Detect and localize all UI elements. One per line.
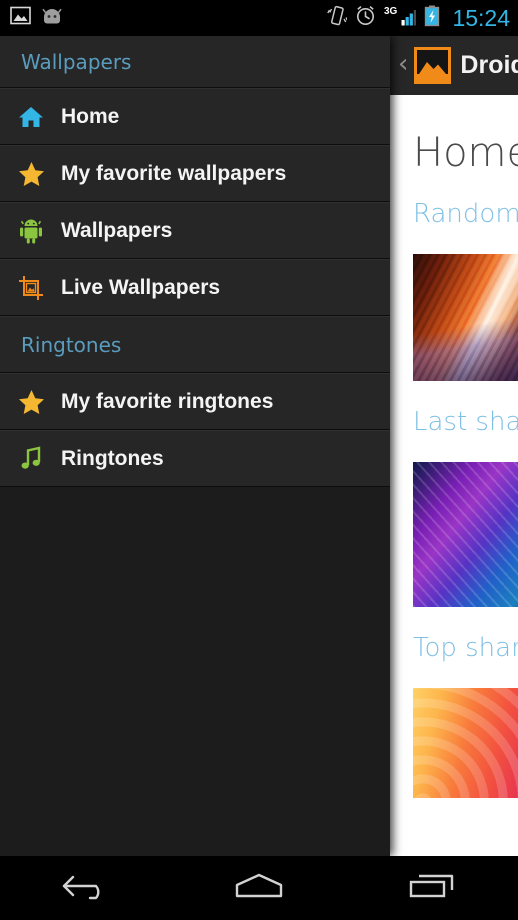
image-notification-icon (10, 6, 31, 30)
sidebar-item-label: Live Wallpapers (61, 276, 221, 299)
system-navigation-bar (0, 856, 518, 920)
picture-frame-icon[interactable] (414, 47, 452, 84)
drawer-section-title: Wallpapers (21, 49, 132, 74)
page-title: Home (413, 130, 518, 176)
sidebar-item-home[interactable]: Home (0, 88, 390, 145)
status-bar: 3G 15:24 (0, 0, 518, 36)
home-button[interactable] (204, 856, 314, 920)
home-pentagon-icon (231, 871, 287, 906)
status-bar-notifications (10, 6, 64, 30)
drawer-section-header-wallpapers: Wallpapers (0, 36, 390, 88)
vibrate-icon (327, 5, 349, 31)
back-button[interactable] (31, 856, 141, 920)
status-bar-system-icons: 3G 15:24 (327, 5, 510, 32)
canyon-wallpaper-thumbnail[interactable] (413, 254, 518, 381)
svg-text:3G: 3G (384, 6, 398, 17)
battery-charging-icon (424, 5, 440, 32)
section-label-last-shared: Last shared (413, 407, 518, 437)
android-head-icon (40, 7, 64, 30)
section-label-random: Random (413, 199, 518, 229)
sidebar-item-my-favorite-ringtones[interactable]: My favorite ringtones (0, 373, 390, 430)
star-icon (14, 159, 48, 189)
status-bar-clock: 15:24 (452, 4, 510, 31)
thumbnail-artwork (413, 462, 518, 607)
sidebar-item-label: Wallpapers (61, 219, 173, 242)
sidebar-item-label: My favorite wallpapers (61, 162, 287, 185)
signal-3g-icon: 3G (384, 5, 418, 32)
sidebar-item-my-favorite-wallpapers[interactable]: My favorite wallpapers (0, 145, 390, 202)
sidebar-item-label: Home (61, 105, 120, 128)
back-arrow-icon (60, 871, 112, 906)
star-icon (14, 387, 48, 417)
crop-image-icon (14, 273, 48, 303)
recent-apps-button[interactable] (377, 856, 487, 920)
sidebar-item-ringtones[interactable]: Ringtones (0, 430, 390, 487)
purple-stripes-wallpaper-thumbnail[interactable] (413, 462, 518, 607)
home-icon (14, 102, 48, 132)
sidebar-item-wallpapers[interactable]: Wallpapers (0, 202, 390, 259)
up-navigation-chevron-icon[interactable]: ‹ (394, 51, 414, 80)
music-note-icon (14, 444, 48, 474)
thumbnail-artwork (413, 254, 518, 381)
phone-screen: 3G 15:24 ‹ Droi Hom Random Last sha Top … (0, 0, 518, 920)
action-bar: ‹ Droid Wallpapers (390, 36, 518, 95)
drawer-empty-area (0, 487, 390, 827)
alarm-clock-icon (355, 5, 376, 31)
sidebar-item-label: My favorite ringtones (61, 390, 274, 413)
android-robot-icon (14, 216, 48, 246)
navigation-drawer: Wallpapers Home My favorite wallpapers W… (0, 36, 390, 856)
thumbnail-artwork (413, 688, 518, 798)
drawer-section-title: Ringtones (21, 332, 122, 357)
drawer-section-header-ringtones: Ringtones (0, 316, 390, 373)
sidebar-item-label: Ringtones (61, 447, 164, 470)
warm-arcs-wallpaper-thumbnail[interactable] (413, 688, 518, 798)
action-bar-title: Droid Wallpapers (460, 51, 518, 79)
section-label-top-shared: Top shared (413, 633, 518, 663)
content-scroll-area[interactable]: Home Random Last shared Top shared (390, 95, 518, 856)
sidebar-item-live-wallpapers[interactable]: Live Wallpapers (0, 259, 390, 316)
recent-apps-icon (407, 871, 457, 906)
